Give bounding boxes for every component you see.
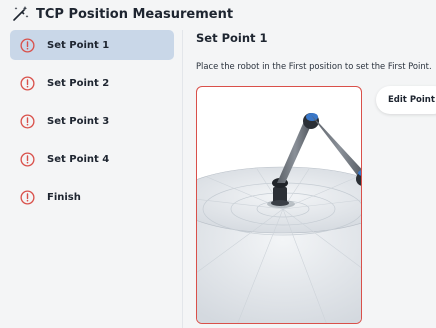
page-title: TCP Position Measurement bbox=[36, 6, 234, 22]
warning-circle-icon bbox=[20, 151, 35, 167]
robot-joint bbox=[306, 113, 318, 121]
step-label: Finish bbox=[47, 191, 81, 203]
step-set-point-2[interactable]: Set Point 2 bbox=[10, 68, 174, 98]
step-label: Set Point 3 bbox=[47, 115, 110, 127]
edit-point-button[interactable]: Edit Point bbox=[376, 86, 436, 114]
warning-circle-icon bbox=[20, 75, 35, 91]
page-header: TCP Position Measurement bbox=[0, 0, 233, 28]
tcp-measurement-screen: TCP Position Measurement Set Point 1 Set… bbox=[0, 0, 436, 328]
magic-wand-icon bbox=[13, 6, 29, 21]
edit-point-label: Edit Point bbox=[388, 95, 435, 105]
step-label: Set Point 2 bbox=[47, 77, 110, 89]
robot-arm-illustration bbox=[197, 113, 361, 323]
warning-circle-icon bbox=[20, 113, 35, 129]
step-set-point-3[interactable]: Set Point 3 bbox=[10, 106, 174, 136]
step-set-point-4[interactable]: Set Point 4 bbox=[10, 144, 174, 174]
step-description: Place the robot in the First position to… bbox=[196, 61, 432, 71]
warning-circle-icon bbox=[20, 37, 35, 53]
sidebar-divider bbox=[182, 30, 183, 328]
step-label: Set Point 4 bbox=[47, 153, 110, 165]
steps-sidebar: Set Point 1 Set Point 2 Set Point 3 Set … bbox=[10, 30, 174, 220]
step-title: Set Point 1 bbox=[196, 31, 268, 45]
step-label: Set Point 1 bbox=[47, 39, 110, 51]
warning-circle-icon bbox=[20, 189, 35, 205]
step-set-point-1[interactable]: Set Point 1 bbox=[10, 30, 174, 60]
step-finish[interactable]: Finish bbox=[10, 182, 174, 212]
robot-position-preview bbox=[196, 86, 362, 324]
